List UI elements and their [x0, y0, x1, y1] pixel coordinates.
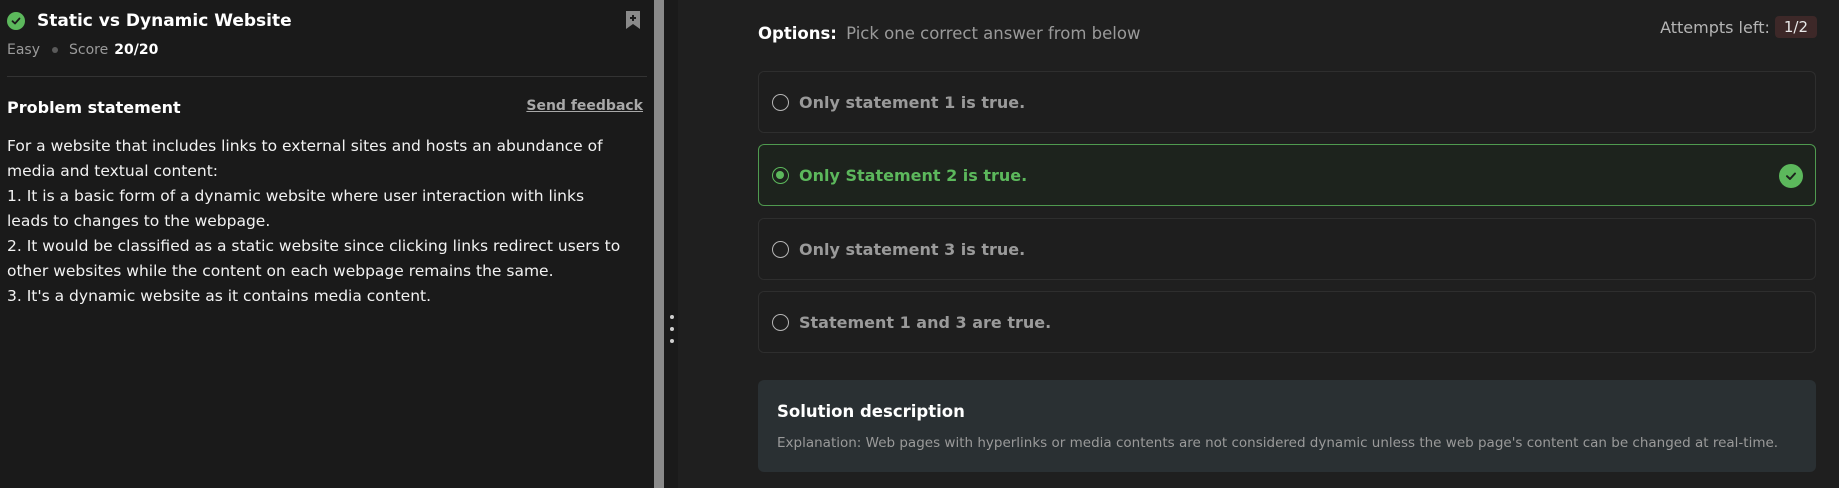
problem-panel: Static vs Dynamic Website Easy Score 20/…: [0, 0, 654, 488]
problem-meta: Easy Score 20/20: [7, 42, 158, 58]
statement-title: Problem statement: [7, 98, 181, 117]
radio-button[interactable]: [772, 93, 789, 111]
attempts-badge: 1/2: [1774, 16, 1817, 38]
statement-line: media and textual content:: [7, 162, 219, 180]
answer-option-2[interactable]: Only Statement 2 is true.: [758, 144, 1816, 206]
statement-line: leads to changes to the webpage.: [7, 212, 271, 230]
options-header: Options: Pick one correct answer from be…: [758, 24, 1140, 43]
statement-line: 1. It is a basic form of a dynamic websi…: [7, 187, 585, 205]
radio-button[interactable]: [772, 240, 789, 258]
option-text: Only Statement 2 is true.: [799, 165, 1028, 185]
options-hint: Pick one correct answer from below: [846, 24, 1141, 43]
radio-button-selected[interactable]: [772, 166, 789, 184]
attempts-label: Attempts left:: [1660, 17, 1770, 37]
statement-line: 3. It's a dynamic website as it contains…: [7, 287, 432, 305]
score-value: 20/20: [114, 42, 159, 58]
statement-header: Problem statement Send feedback: [7, 98, 647, 122]
answer-option-4[interactable]: Statement 1 and 3 are true.: [758, 291, 1816, 353]
answer-option-1[interactable]: Only statement 1 is true.: [758, 71, 1816, 133]
option-text: Only statement 1 is true.: [799, 92, 1026, 112]
solution-description-box: Solution description Explanation: Web pa…: [758, 380, 1816, 472]
solved-check-icon: [7, 12, 25, 30]
panel-splitter[interactable]: [654, 0, 664, 488]
divider: [7, 76, 647, 77]
problem-title: Static vs Dynamic Website: [37, 11, 292, 31]
meta-separator-dot: [52, 47, 59, 53]
problem-statement-body: For a website that includes links to ext…: [7, 134, 647, 309]
score-label: Score: [69, 42, 109, 58]
app-root: Static vs Dynamic Website Easy Score 20/…: [0, 0, 1839, 488]
difficulty-label: Easy: [7, 42, 41, 58]
answer-option-3[interactable]: Only statement 3 is true.: [758, 218, 1816, 280]
correct-check-icon: [1779, 164, 1803, 188]
option-text: Only statement 3 is true.: [799, 239, 1026, 259]
options-label: Options:: [758, 24, 837, 43]
statement-line: 2. It would be classified as a static we…: [7, 237, 621, 255]
radio-button[interactable]: [772, 313, 789, 331]
problem-title-row: Static vs Dynamic Website: [7, 9, 647, 33]
option-text: Statement 1 and 3 are true.: [799, 312, 1052, 332]
statement-line: other websites while the content on each…: [7, 262, 554, 280]
bookmark-add-icon[interactable]: [624, 9, 642, 31]
attempts-indicator: Attempts left: 1/2: [1660, 16, 1817, 38]
solution-title: Solution description: [777, 402, 965, 421]
send-feedback-link[interactable]: Send feedback: [526, 98, 643, 114]
statement-line: For a website that includes links to ext…: [7, 137, 603, 155]
splitter-drag-handle[interactable]: [667, 315, 677, 355]
solution-text: Explanation: Web pages with hyperlinks o…: [777, 435, 1779, 451]
